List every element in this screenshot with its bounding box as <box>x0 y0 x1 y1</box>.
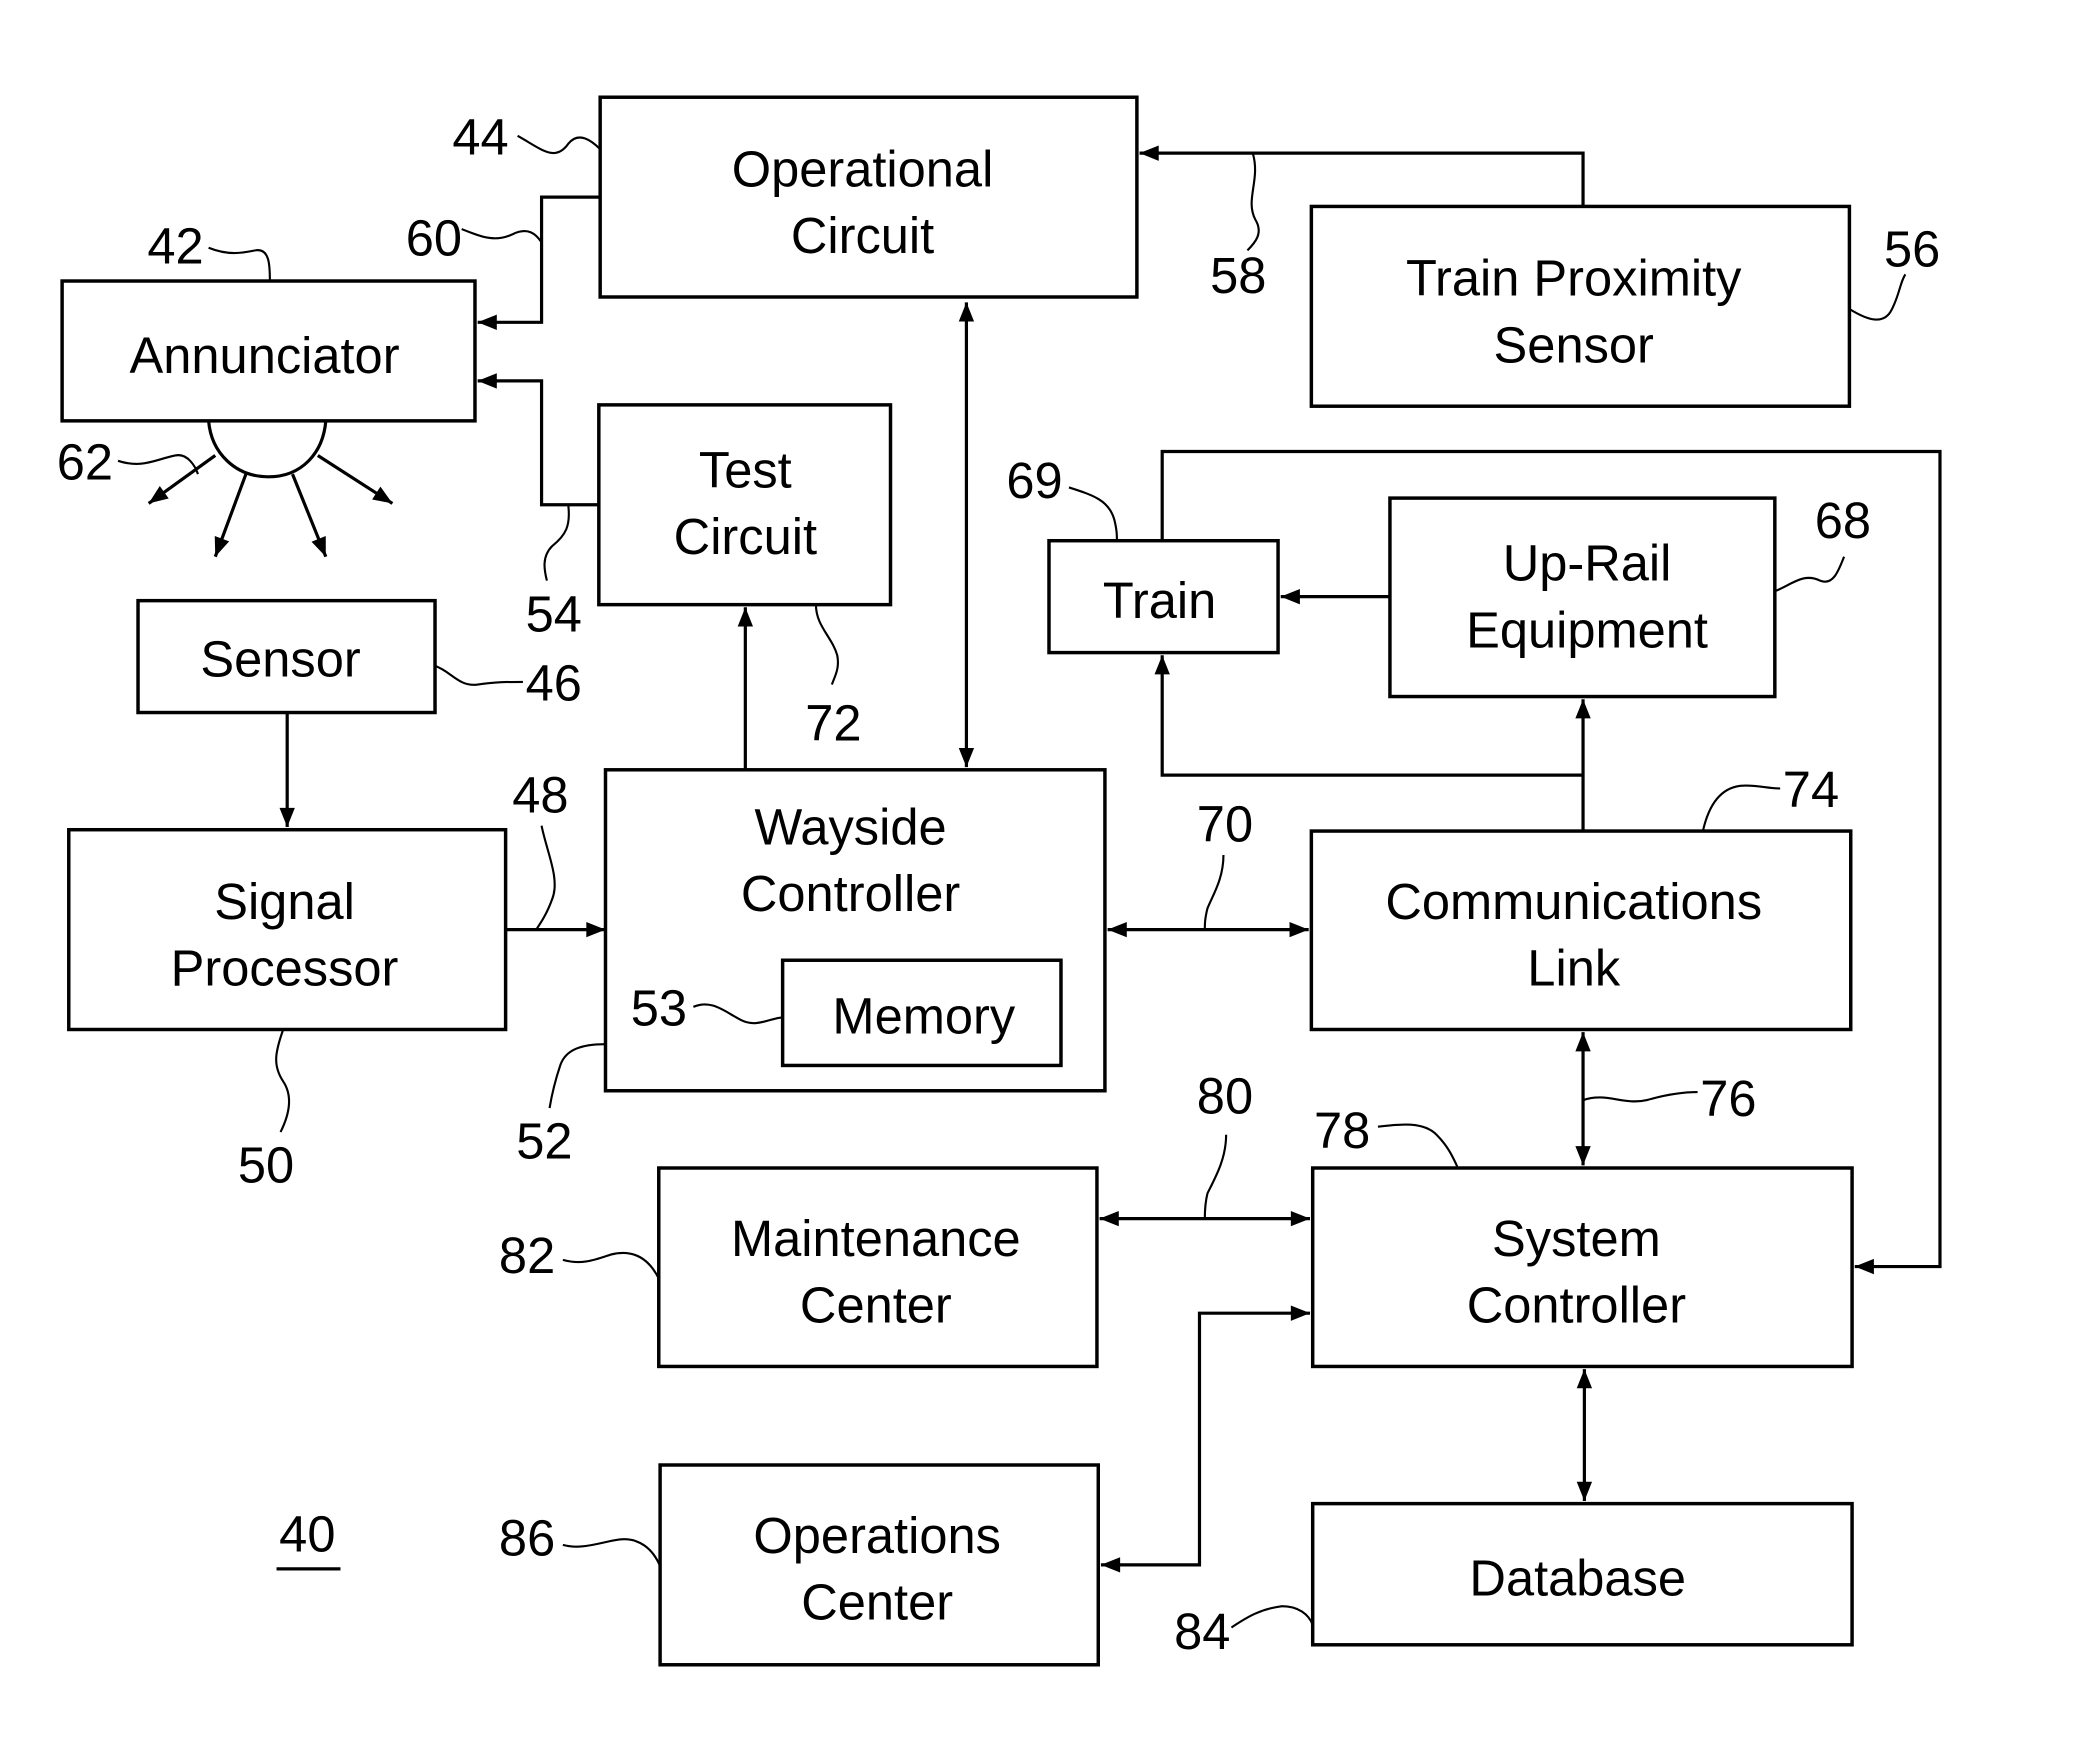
leader-72 <box>814 604 839 685</box>
test-circuit-label-1: Test <box>699 441 792 498</box>
train-proximity-sensor-label-1: Train Proximity <box>1406 250 1742 307</box>
ref-70: 70 <box>1197 796 1253 853</box>
block-diagram: Operational Circuit 44 Annunciator 42 62… <box>57 95 1942 1667</box>
sensor-block: Sensor <box>136 598 437 715</box>
leader-46 <box>434 664 523 686</box>
connector-op-to-annunciator <box>477 195 601 330</box>
ref-42: 42 <box>147 218 203 275</box>
leader-54 <box>543 504 570 581</box>
signal-processor-block: Signal Processor <box>67 827 508 1032</box>
leader-86 <box>562 1538 662 1567</box>
ref-76: 76 <box>1700 1070 1756 1127</box>
ref-62: 62 <box>57 433 113 490</box>
maintenance-center-block: Maintenance Center <box>657 1166 1099 1369</box>
communications-link-block: Communications Link <box>1309 829 1853 1032</box>
leader-69 <box>1068 486 1118 541</box>
leader-68 <box>1774 556 1846 593</box>
system-controller-label-1: System <box>1492 1210 1661 1267</box>
wayside-controller-label-2: Controller <box>741 865 960 922</box>
memory-block: Memory <box>780 958 1063 1068</box>
train-block: Train <box>1047 538 1280 655</box>
leader-78 <box>1377 1123 1459 1169</box>
leader-62 <box>117 454 199 475</box>
train-proximity-sensor-block: Train Proximity Sensor <box>1309 204 1852 408</box>
ref-48: 48 <box>512 766 568 823</box>
database-label: Database <box>1469 1550 1686 1607</box>
leader-58 <box>1246 152 1260 252</box>
leader-76 <box>1582 1091 1698 1103</box>
connector-system-to-operations <box>1100 1305 1311 1573</box>
system-controller-label-2: Controller <box>1467 1276 1686 1333</box>
connector-tps-to-operational <box>1139 145 1585 207</box>
communications-link-label-2: Link <box>1527 940 1621 997</box>
up-rail-equipment-label-1: Up-Rail <box>1503 535 1672 592</box>
figure-reference: 40 <box>279 1506 335 1563</box>
ref-69: 69 <box>1006 452 1062 509</box>
leader-44 <box>517 134 601 155</box>
memory-label: Memory <box>832 987 1015 1044</box>
maintenance-center-label-2: Center <box>800 1276 952 1333</box>
leader-80 <box>1203 1134 1228 1219</box>
operations-center-block: Operations Center <box>658 1463 1100 1667</box>
leader-42 <box>208 246 271 282</box>
leader-74 <box>1701 784 1781 832</box>
ref-86: 86 <box>499 1510 555 1567</box>
test-circuit-block: Test Circuit <box>597 403 893 607</box>
train-proximity-sensor-label-2: Sensor <box>1494 316 1654 373</box>
light-rays-icon <box>147 454 394 558</box>
ref-60: 60 <box>406 210 462 267</box>
ref-52: 52 <box>516 1113 572 1170</box>
up-rail-equipment-block: Up-Rail Equipment <box>1388 496 1777 699</box>
train-label: Train <box>1103 572 1216 629</box>
signal-processor-label-2: Processor <box>171 940 399 997</box>
operational-circuit-block: Operational Circuit <box>598 95 1139 299</box>
leader-60 <box>461 228 543 243</box>
leader-70 <box>1203 855 1225 930</box>
ref-58: 58 <box>1210 247 1266 304</box>
up-rail-equipment-label-2: Equipment <box>1466 601 1708 658</box>
operations-center-label-1: Operations <box>753 1507 1001 1564</box>
system-controller-block: System Controller <box>1310 1166 1854 1369</box>
ref-54: 54 <box>526 585 582 642</box>
communications-link-label-1: Communications <box>1385 873 1762 930</box>
ref-50: 50 <box>238 1137 294 1194</box>
ref-46: 46 <box>526 655 582 712</box>
leader-56 <box>1848 273 1907 321</box>
database-block: Database <box>1310 1501 1854 1647</box>
ref-80: 80 <box>1197 1067 1253 1124</box>
connector-test-to-annunciator <box>477 373 599 507</box>
wayside-controller-label-1: Wayside <box>754 798 946 855</box>
test-circuit-label-2: Circuit <box>674 508 817 565</box>
leader-52 <box>548 1043 606 1109</box>
ref-72: 72 <box>805 694 861 751</box>
ref-68: 68 <box>1815 492 1871 549</box>
ref-53: 53 <box>631 980 687 1037</box>
signal-processor-label-1: Signal <box>214 873 355 930</box>
annunciator-label: Annunciator <box>130 327 400 384</box>
sensor-label: Sensor <box>200 631 360 688</box>
light-bulb-icon <box>207 420 328 479</box>
operations-center-label-2: Center <box>801 1573 953 1630</box>
maintenance-center-label-1: Maintenance <box>731 1210 1021 1267</box>
ref-44: 44 <box>452 108 508 165</box>
ref-74: 74 <box>1783 761 1839 818</box>
operational-circuit-label-2: Circuit <box>791 207 934 264</box>
ref-78: 78 <box>1314 1102 1370 1159</box>
operational-circuit-label-1: Operational <box>732 140 994 197</box>
ref-84: 84 <box>1174 1603 1230 1660</box>
leader-82 <box>562 1252 660 1280</box>
ref-56: 56 <box>1884 220 1940 277</box>
leader-48 <box>535 825 556 931</box>
leader-84 <box>1230 1605 1314 1629</box>
ref-82: 82 <box>499 1227 555 1284</box>
leader-50 <box>275 1029 291 1133</box>
annunciator-block: Annunciator <box>60 279 477 423</box>
